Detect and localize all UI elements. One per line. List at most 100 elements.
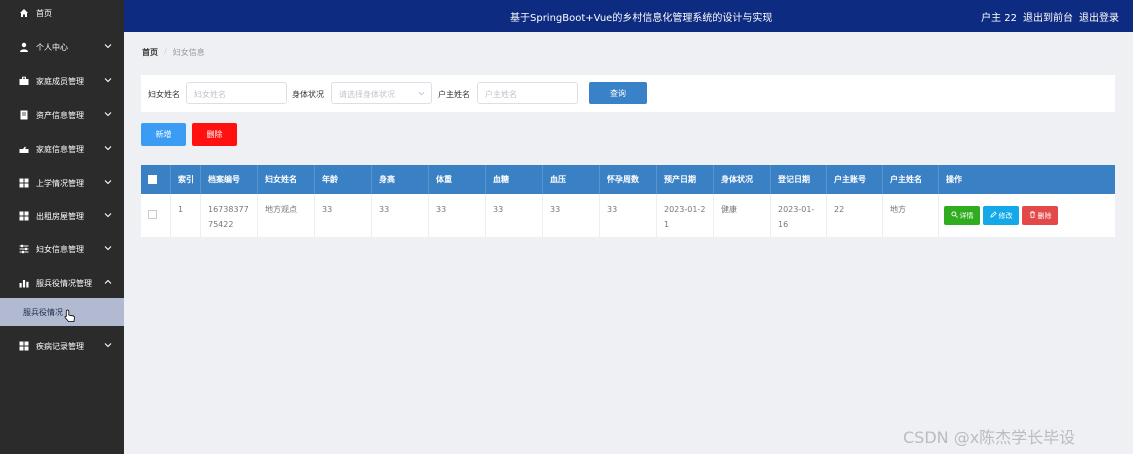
sidebar-item-military-service[interactable]: 服兵役情况管理 <box>0 272 124 294</box>
breadcrumb-current: 妇女信息 <box>172 48 205 57</box>
women-name-input[interactable]: 妇女姓名 <box>186 82 287 104</box>
column-header: 户主姓名 <box>883 165 939 194</box>
home-icon <box>19 8 29 18</box>
column-header: 档案编号 <box>201 165 258 194</box>
sidebar-item-rental-housing[interactable]: 出租房屋管理 <box>0 205 124 227</box>
column-header: 妇女姓名 <box>258 165 315 194</box>
sidebar-item-home[interactable]: 首页 <box>0 2 124 24</box>
health-status-placeholder: 请选择身体状况 <box>339 90 395 99</box>
sidebar: 首页 个人中心 家庭成员管理 资产信息管理 家庭信息管理 上学情况管理 出租房屋… <box>0 0 124 454</box>
sidebar-item-family-info[interactable]: 家庭信息管理 <box>0 138 124 160</box>
owner-name-label: 户主姓名 <box>438 90 470 99</box>
briefcase-icon <box>19 76 29 86</box>
hand-icon <box>19 144 29 154</box>
edit-button-label: 修改 <box>998 211 1013 220</box>
watermark: CSDN @x陈杰学长毕设 <box>903 428 1076 447</box>
column-header: 操作 <box>946 175 962 184</box>
top-header: 基于SpringBoot+Vue的乡村信息化管理系统的设计与实现 户主 22 退… <box>124 0 1133 32</box>
table-cell: 1673837775422 <box>201 194 258 237</box>
sidebar-item-personal-center[interactable]: 个人中心 <box>0 36 124 58</box>
table-cell: 健康 <box>714 194 771 237</box>
edit-button[interactable]: 修改 <box>983 206 1019 225</box>
sidebar-item-asset-info[interactable]: 资产信息管理 <box>0 104 124 126</box>
edit-icon <box>989 211 997 220</box>
sidebar-item-label: 资产信息管理 <box>36 110 84 120</box>
column-header: 怀孕周数 <box>600 165 657 194</box>
sidebar-item-label: 上学情况管理 <box>36 178 84 188</box>
health-status-select[interactable]: 请选择身体状况 <box>331 82 432 104</box>
breadcrumb-home[interactable]: 首页 <box>142 47 158 58</box>
table-cell: 地方观点 <box>258 194 315 237</box>
document-icon <box>19 110 29 120</box>
query-button[interactable]: 查询 <box>589 82 647 104</box>
sidebar-item-label: 家庭成员管理 <box>36 76 84 86</box>
chevron-down-icon <box>104 110 112 118</box>
back-to-front-link[interactable]: 退出到前台 <box>1023 9 1073 24</box>
add-button[interactable]: 新增 <box>141 123 186 146</box>
chevron-down-icon <box>104 144 112 152</box>
row-delete-button-label: 删除 <box>1037 211 1052 220</box>
row-delete-button[interactable]: 删除 <box>1022 206 1058 225</box>
sidebar-item-label: 妇女信息管理 <box>36 244 84 254</box>
table-cell: 2023-01-16 <box>771 194 827 237</box>
user-icon <box>19 42 29 52</box>
women-name-label: 妇女姓名 <box>148 90 180 99</box>
grid-icon <box>19 341 29 351</box>
bar-chart-icon <box>19 278 29 288</box>
table-cell: 1 <box>171 194 201 237</box>
women-info-table: 索引 档案编号 妇女姓名 年龄 身高 体重 血糖 血压 怀孕周数 预产日期 身体… <box>141 165 1115 237</box>
table-cell: 33 <box>429 194 486 237</box>
sidebar-item-family-members[interactable]: 家庭成员管理 <box>0 70 124 92</box>
table-cell: 33 <box>315 194 372 237</box>
table-cell: 33 <box>600 194 657 237</box>
grid-icon <box>19 178 29 188</box>
chevron-down-icon <box>418 90 425 99</box>
health-status-label: 身体状况 <box>292 90 324 99</box>
owner-name-input[interactable]: 户主姓名 <box>477 82 578 104</box>
chevron-up-icon <box>104 278 112 286</box>
breadcrumb-separator: / <box>164 47 167 56</box>
chevron-down-icon <box>104 42 112 50</box>
detail-button[interactable]: 详情 <box>944 206 980 225</box>
table-header: 索引 档案编号 妇女姓名 年龄 身高 体重 血糖 血压 怀孕周数 预产日期 身体… <box>141 165 1115 194</box>
grid-icon <box>19 211 29 221</box>
trash-icon <box>1029 211 1036 220</box>
column-header: 预产日期 <box>657 165 714 194</box>
chevron-down-icon <box>104 341 112 349</box>
logout-link[interactable]: 退出登录 <box>1079 9 1119 24</box>
chevron-down-icon <box>104 244 112 252</box>
user-name: 户主 22 <box>981 13 1017 24</box>
sliders-icon <box>19 244 29 254</box>
table-cell: 33 <box>372 194 429 237</box>
sidebar-item-label: 个人中心 <box>36 42 68 52</box>
sidebar-item-school-status[interactable]: 上学情况管理 <box>0 172 124 194</box>
column-header: 年龄 <box>315 165 372 194</box>
table-cell: 22 <box>827 194 883 237</box>
sidebar-item-label: 疾病记录管理 <box>36 341 84 351</box>
row-checkbox[interactable] <box>148 210 157 219</box>
sidebar-item-women-info[interactable]: 妇女信息管理 <box>0 238 124 260</box>
chevron-down-icon <box>104 211 112 219</box>
column-header: 血糖 <box>486 165 543 194</box>
search-bar: 妇女姓名 妇女姓名 身体状况 请选择身体状况 户主姓名 户主姓名 查询 <box>141 75 1115 112</box>
column-header: 户主账号 <box>827 165 883 194</box>
chevron-down-icon <box>104 178 112 186</box>
chevron-down-icon <box>104 76 112 84</box>
sidebar-item-label: 服兵役情况管理 <box>36 278 92 288</box>
batch-delete-button[interactable]: 删除 <box>192 123 237 146</box>
select-all-cell <box>141 165 171 194</box>
column-header: 登记日期 <box>771 165 827 194</box>
table-cell: 地方 <box>883 194 939 237</box>
select-all-checkbox[interactable] <box>148 175 157 184</box>
column-header: 身体状况 <box>714 165 771 194</box>
sidebar-item-label: 首页 <box>36 8 52 18</box>
table-cell: 33 <box>486 194 543 237</box>
breadcrumb: 首页 / 妇女信息 <box>142 47 205 58</box>
sidebar-subitem-label: 服兵役情况 <box>23 307 63 317</box>
sidebar-subitem-military-service-status[interactable]: 服兵役情况 <box>0 298 124 326</box>
search-icon <box>950 211 958 220</box>
detail-button-label: 详情 <box>959 211 974 220</box>
app-title: 基于SpringBoot+Vue的乡村信息化管理系统的设计与实现 <box>510 13 773 24</box>
sidebar-item-disease-records[interactable]: 疾病记录管理 <box>0 335 124 357</box>
sidebar-item-label: 家庭信息管理 <box>36 144 84 154</box>
